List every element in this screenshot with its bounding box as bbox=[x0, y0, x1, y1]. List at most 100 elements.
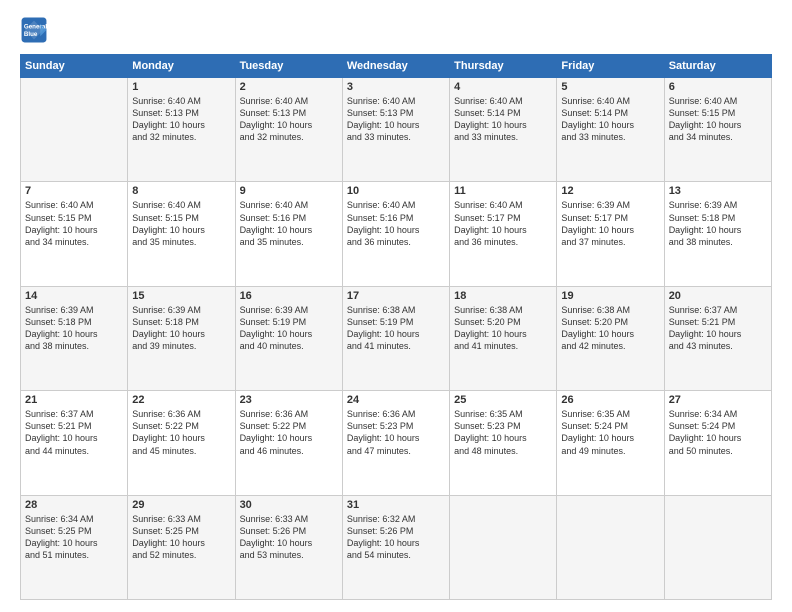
calendar-cell bbox=[557, 495, 664, 599]
calendar-cell: 26Sunrise: 6:35 AM Sunset: 5:24 PM Dayli… bbox=[557, 391, 664, 495]
day-number: 6 bbox=[669, 81, 767, 93]
day-header-sunday: Sunday bbox=[21, 55, 128, 78]
calendar-cell: 6 Sunrise: 6:40 AM Sunset: 5:15 PM Daylig… bbox=[664, 78, 771, 182]
cell-content: Sunrise: 6:38 AM Sunset: 5:20 PM Dayligh… bbox=[561, 304, 659, 353]
day-number: 27 bbox=[669, 394, 767, 406]
day-header-tuesday: Tuesday bbox=[235, 55, 342, 78]
calendar-cell: 7 Sunrise: 6:40 AM Sunset: 5:15 PM Daylig… bbox=[21, 182, 128, 286]
cell-content: Sunrise: 6:40 AM Sunset: 5:16 PM Dayligh… bbox=[347, 199, 445, 248]
day-number: 25 bbox=[454, 394, 552, 406]
calendar-cell: 17 Sunrise: 6:38 AM Sunset: 5:19 PM Dayli… bbox=[342, 286, 449, 390]
cell-content: Sunrise: 6:37 AM Sunset: 5:21 PM Dayligh… bbox=[25, 408, 123, 457]
calendar-cell bbox=[664, 495, 771, 599]
calendar-cell: 28 Sunrise: 6:34 AM Sunset: 5:25 PM Dayli… bbox=[21, 495, 128, 599]
day-number: 12 bbox=[561, 185, 659, 197]
calendar-cell: 23 Sunrise: 6:36 AM Sunset: 5:22 PM Dayli… bbox=[235, 391, 342, 495]
cell-content: Sunrise: 6:33 AM Sunset: 5:25 PM Dayligh… bbox=[132, 513, 230, 562]
day-number: 4 bbox=[454, 81, 552, 93]
day-number: 26 bbox=[561, 394, 659, 406]
day-header-saturday: Saturday bbox=[664, 55, 771, 78]
day-number: 7 bbox=[25, 185, 123, 197]
calendar-header-row: SundayMondayTuesdayWednesdayThursdayFrid… bbox=[21, 55, 772, 78]
day-number: 3 bbox=[347, 81, 445, 93]
cell-content: Sunrise: 6:34 AM Sunset: 5:25 PM Dayligh… bbox=[25, 513, 123, 562]
calendar-cell: 21 Sunrise: 6:37 AM Sunset: 5:21 PM Dayli… bbox=[21, 391, 128, 495]
cell-content: Sunrise: 6:40 AM Sunset: 5:17 PM Dayligh… bbox=[454, 199, 552, 248]
logo: General Blue bbox=[20, 16, 52, 44]
day-number: 11 bbox=[454, 185, 552, 197]
calendar-cell: 22 Sunrise: 6:36 AM Sunset: 5:22 PM Dayli… bbox=[128, 391, 235, 495]
day-number: 24 bbox=[347, 394, 445, 406]
day-number: 23 bbox=[240, 394, 338, 406]
calendar-cell: 18Sunrise: 6:38 AM Sunset: 5:20 PM Dayli… bbox=[450, 286, 557, 390]
day-number: 13 bbox=[669, 185, 767, 197]
logo-icon: General Blue bbox=[20, 16, 48, 44]
calendar-cell: 15 Sunrise: 6:39 AM Sunset: 5:18 PM Dayli… bbox=[128, 286, 235, 390]
day-number: 2 bbox=[240, 81, 338, 93]
calendar-cell: 25 Sunrise: 6:35 AM Sunset: 5:23 PM Dayli… bbox=[450, 391, 557, 495]
calendar-cell: 12Sunrise: 6:39 AM Sunset: 5:17 PM Dayli… bbox=[557, 182, 664, 286]
day-header-thursday: Thursday bbox=[450, 55, 557, 78]
cell-content: Sunrise: 6:39 AM Sunset: 5:18 PM Dayligh… bbox=[669, 199, 767, 248]
day-number: 28 bbox=[25, 499, 123, 511]
calendar-cell: 2Sunrise: 6:40 AM Sunset: 5:13 PM Daylig… bbox=[235, 78, 342, 182]
page: General Blue SundayMondayTuesdayWednesda… bbox=[0, 0, 792, 612]
calendar-cell: 9Sunrise: 6:40 AM Sunset: 5:16 PM Daylig… bbox=[235, 182, 342, 286]
calendar-cell bbox=[21, 78, 128, 182]
cell-content: Sunrise: 6:38 AM Sunset: 5:19 PM Dayligh… bbox=[347, 304, 445, 353]
cell-content: Sunrise: 6:40 AM Sunset: 5:15 PM Dayligh… bbox=[132, 199, 230, 248]
cell-content: Sunrise: 6:40 AM Sunset: 5:14 PM Dayligh… bbox=[454, 95, 552, 144]
cell-content: Sunrise: 6:36 AM Sunset: 5:22 PM Dayligh… bbox=[132, 408, 230, 457]
header: General Blue bbox=[20, 16, 772, 44]
day-number: 15 bbox=[132, 290, 230, 302]
cell-content: Sunrise: 6:35 AM Sunset: 5:23 PM Dayligh… bbox=[454, 408, 552, 457]
calendar-cell: 29 Sunrise: 6:33 AM Sunset: 5:25 PM Dayli… bbox=[128, 495, 235, 599]
day-number: 31 bbox=[347, 499, 445, 511]
calendar-week-4: 21 Sunrise: 6:37 AM Sunset: 5:21 PM Dayli… bbox=[21, 391, 772, 495]
cell-content: Sunrise: 6:32 AM Sunset: 5:26 PM Dayligh… bbox=[347, 513, 445, 562]
calendar-cell: 31 Sunrise: 6:32 AM Sunset: 5:26 PM Dayli… bbox=[342, 495, 449, 599]
day-number: 14 bbox=[25, 290, 123, 302]
cell-content: Sunrise: 6:40 AM Sunset: 5:15 PM Dayligh… bbox=[669, 95, 767, 144]
cell-content: Sunrise: 6:36 AM Sunset: 5:23 PM Dayligh… bbox=[347, 408, 445, 457]
calendar-week-1: 1 Sunrise: 6:40 AM Sunset: 5:13 PM Daylig… bbox=[21, 78, 772, 182]
cell-content: Sunrise: 6:36 AM Sunset: 5:22 PM Dayligh… bbox=[240, 408, 338, 457]
calendar-week-3: 14 Sunrise: 6:39 AM Sunset: 5:18 PM Dayli… bbox=[21, 286, 772, 390]
cell-content: Sunrise: 6:39 AM Sunset: 5:18 PM Dayligh… bbox=[25, 304, 123, 353]
calendar-cell bbox=[450, 495, 557, 599]
day-number: 10 bbox=[347, 185, 445, 197]
cell-content: Sunrise: 6:39 AM Sunset: 5:18 PM Dayligh… bbox=[132, 304, 230, 353]
calendar-week-2: 7 Sunrise: 6:40 AM Sunset: 5:15 PM Daylig… bbox=[21, 182, 772, 286]
cell-content: Sunrise: 6:40 AM Sunset: 5:15 PM Dayligh… bbox=[25, 199, 123, 248]
calendar-cell: 1 Sunrise: 6:40 AM Sunset: 5:13 PM Daylig… bbox=[128, 78, 235, 182]
day-header-monday: Monday bbox=[128, 55, 235, 78]
cell-content: Sunrise: 6:34 AM Sunset: 5:24 PM Dayligh… bbox=[669, 408, 767, 457]
calendar-cell: 30 Sunrise: 6:33 AM Sunset: 5:26 PM Dayli… bbox=[235, 495, 342, 599]
day-number: 1 bbox=[132, 81, 230, 93]
calendar-table: SundayMondayTuesdayWednesdayThursdayFrid… bbox=[20, 54, 772, 600]
svg-text:Blue: Blue bbox=[24, 31, 38, 38]
calendar-cell: 10 Sunrise: 6:40 AM Sunset: 5:16 PM Dayli… bbox=[342, 182, 449, 286]
cell-content: Sunrise: 6:33 AM Sunset: 5:26 PM Dayligh… bbox=[240, 513, 338, 562]
calendar-cell: 24 Sunrise: 6:36 AM Sunset: 5:23 PM Dayli… bbox=[342, 391, 449, 495]
day-number: 30 bbox=[240, 499, 338, 511]
calendar-cell: 27 Sunrise: 6:34 AM Sunset: 5:24 PM Dayli… bbox=[664, 391, 771, 495]
calendar-cell: 14 Sunrise: 6:39 AM Sunset: 5:18 PM Dayli… bbox=[21, 286, 128, 390]
day-number: 29 bbox=[132, 499, 230, 511]
cell-content: Sunrise: 6:37 AM Sunset: 5:21 PM Dayligh… bbox=[669, 304, 767, 353]
calendar-cell: 19 Sunrise: 6:38 AM Sunset: 5:20 PM Dayli… bbox=[557, 286, 664, 390]
calendar-cell: 20Sunrise: 6:37 AM Sunset: 5:21 PM Dayli… bbox=[664, 286, 771, 390]
calendar-cell: 13 Sunrise: 6:39 AM Sunset: 5:18 PM Dayli… bbox=[664, 182, 771, 286]
calendar-cell: 11 Sunrise: 6:40 AM Sunset: 5:17 PM Dayli… bbox=[450, 182, 557, 286]
cell-content: Sunrise: 6:40 AM Sunset: 5:16 PM Dayligh… bbox=[240, 199, 338, 248]
cell-content: Sunrise: 6:40 AM Sunset: 5:13 PM Dayligh… bbox=[132, 95, 230, 144]
calendar-cell: 4 Sunrise: 6:40 AM Sunset: 5:14 PM Daylig… bbox=[450, 78, 557, 182]
day-number: 21 bbox=[25, 394, 123, 406]
day-number: 8 bbox=[132, 185, 230, 197]
day-header-wednesday: Wednesday bbox=[342, 55, 449, 78]
cell-content: Sunrise: 6:40 AM Sunset: 5:13 PM Dayligh… bbox=[347, 95, 445, 144]
day-number: 19 bbox=[561, 290, 659, 302]
day-number: 17 bbox=[347, 290, 445, 302]
day-number: 22 bbox=[132, 394, 230, 406]
cell-content: Sunrise: 6:38 AM Sunset: 5:20 PM Dayligh… bbox=[454, 304, 552, 353]
